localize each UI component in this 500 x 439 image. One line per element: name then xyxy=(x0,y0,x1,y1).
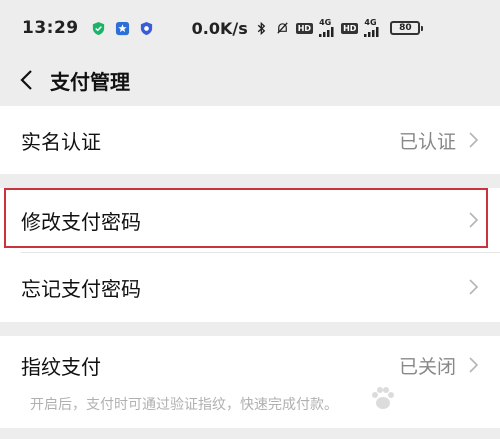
signal-bars-icon xyxy=(364,27,379,37)
battery-level: 80 xyxy=(399,23,412,33)
modify-password-label: 修改支付密码 xyxy=(21,209,141,234)
signal-1: 4G xyxy=(319,19,335,37)
fingerprint-label: 指纹支付 xyxy=(21,354,101,379)
shield-check-icon xyxy=(92,21,104,35)
chevron-right-icon xyxy=(469,212,479,228)
hd-badge-2: HD xyxy=(341,22,359,34)
row-real-name-verification[interactable]: 实名认证 已认证 xyxy=(0,106,500,174)
real-name-status: 已认证 xyxy=(398,130,456,153)
page-title: 支付管理 xyxy=(50,69,130,94)
status-notification-icons xyxy=(91,21,154,36)
fingerprint-status: 已关闭 xyxy=(398,355,456,378)
signal-2: 4G xyxy=(364,19,380,37)
watermark xyxy=(368,380,478,416)
network-speed: 0.0K/s xyxy=(191,18,248,38)
fingerprint-description: 开启后，支付时可通过验证指纹，快速完成付款。 xyxy=(30,397,338,413)
app-star-icon xyxy=(115,21,129,35)
chevron-left-icon xyxy=(20,70,32,90)
row-divider xyxy=(21,252,500,253)
status-time: 13:29 xyxy=(22,18,79,38)
chevron-right-icon xyxy=(469,279,479,295)
paw-logo-icon xyxy=(372,387,394,409)
hd-badge-1: HD xyxy=(295,22,314,34)
battery-icon: 80 xyxy=(390,21,424,35)
network-4g-label-1: 4G xyxy=(319,18,332,27)
row-forgot-payment-password[interactable]: 忘记支付密码 xyxy=(0,252,500,322)
forgot-password-label: 忘记支付密码 xyxy=(21,276,141,301)
row-fingerprint-payment[interactable]: 指纹支付 已关闭 xyxy=(21,350,480,380)
real-name-label: 实名认证 xyxy=(21,129,101,154)
bluetooth-icon xyxy=(257,21,266,35)
mute-bell-icon xyxy=(277,21,288,34)
chevron-right-icon xyxy=(469,132,479,148)
signal-bars-icon xyxy=(319,27,334,37)
security-shield-icon xyxy=(140,21,152,35)
back-button[interactable] xyxy=(2,56,50,104)
row-modify-payment-password[interactable]: 修改支付密码 xyxy=(0,188,500,252)
status-system-icons: HD 4G HD 4G 80 xyxy=(254,19,424,37)
nav-bar: 支付管理 xyxy=(0,56,500,104)
network-4g-label-2: 4G xyxy=(364,18,377,27)
chevron-right-icon xyxy=(469,357,479,373)
status-bar: 13:29 0.0K/s HD 4G HD 4G 80 xyxy=(0,0,500,56)
